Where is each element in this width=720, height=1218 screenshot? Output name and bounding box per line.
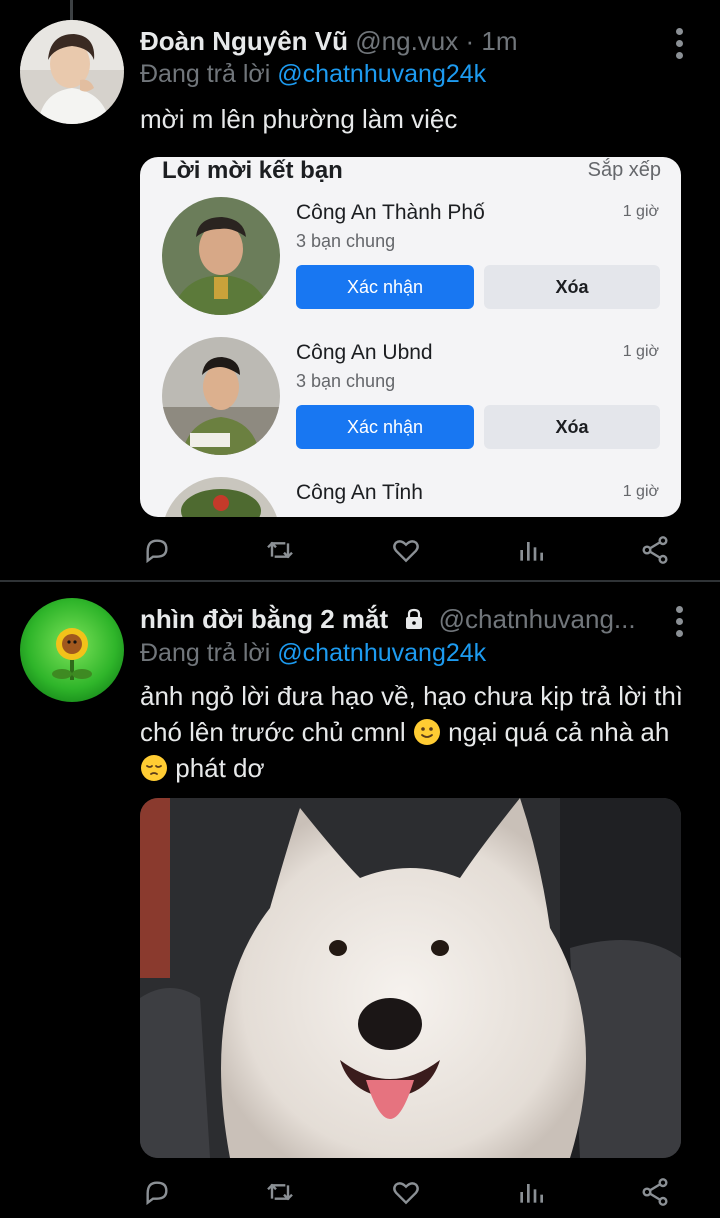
profile-photo [162, 477, 280, 517]
like-icon[interactable] [386, 530, 426, 570]
tweet-text: ảnh ngỏ lời đưa hạo về, hạo chưa kịp trả… [140, 678, 700, 786]
delete-button: Xóa [484, 405, 660, 449]
reply-icon[interactable] [137, 530, 177, 570]
tweet-image[interactable]: Lời mời kết bạn Sắp xếp Công An Thành Ph… [140, 157, 681, 517]
request-time: 1 giờ [622, 483, 659, 500]
tweet[interactable]: Đoàn Nguyên Vũ @ng.vux · 1m Đang trả lời… [0, 0, 720, 582]
friend-request-item: Công An Tỉnh 1 giờ [140, 477, 681, 517]
tweet[interactable]: nhìn đời bằng 2 mắt @chatnhuvang... Đang… [0, 584, 720, 1218]
tweet-text-part: ngại quá cả nhà ah [448, 717, 670, 747]
author-handle[interactable]: @ng.vux [355, 26, 458, 56]
share-icon[interactable] [635, 1172, 675, 1212]
delete-button: Xóa [484, 265, 660, 309]
tweet-text: mời m lên phường làm việc [140, 104, 458, 134]
mention-link[interactable]: @chatnhuvang24k [277, 60, 486, 88]
friend-request-item: Công An Thành Phố 3 bạn chung 1 giờ Xác … [140, 197, 681, 337]
profile-photo [162, 337, 280, 455]
retweet-icon[interactable] [260, 1172, 300, 1212]
author-name[interactable]: Đoàn Nguyên Vũ [140, 26, 348, 56]
like-icon[interactable] [386, 1172, 426, 1212]
more-options-icon[interactable] [664, 602, 694, 642]
reply-icon[interactable] [137, 1172, 177, 1212]
mention-link[interactable]: @chatnhuvang24k [277, 639, 486, 667]
mutual-friends: 3 bạn chung [296, 231, 396, 251]
timestamp[interactable]: 1m [481, 26, 517, 56]
tweet-actions [0, 1172, 720, 1212]
separator: · [465, 26, 475, 56]
request-time: 1 giờ [622, 343, 659, 360]
confirm-button: Xác nhận [296, 405, 474, 449]
analytics-icon[interactable] [511, 1172, 551, 1212]
tweet-divider [0, 580, 720, 582]
fb-sort-label: Sắp xếp [587, 159, 661, 181]
tweet-header: nhìn đời bằng 2 mắt @chatnhuvang... [140, 604, 636, 638]
confirm-button: Xác nhận [296, 265, 474, 309]
profile-photo [162, 197, 280, 315]
tweet-image[interactable] [140, 798, 681, 1158]
avatar[interactable] [20, 598, 124, 702]
replying-to: Đang trả lời @chatnhuvang24k [140, 639, 486, 668]
more-options-icon[interactable] [664, 24, 694, 64]
pensive-face-icon [140, 754, 168, 782]
fb-requests-title: Lời mời kết bạn [162, 157, 343, 184]
friend-request-item: Công An Ubnd 3 bạn chung 1 giờ Xác nhận … [140, 337, 681, 477]
mutual-friends: 3 bạn chung [296, 371, 396, 391]
replying-to-label: Đang trả lời [140, 639, 271, 667]
request-name: Công An Thành Phố [296, 201, 485, 224]
lock-icon [401, 607, 427, 638]
analytics-icon[interactable] [511, 530, 551, 570]
request-name: Công An Ubnd [296, 341, 433, 364]
avatar[interactable] [20, 20, 124, 124]
retweet-icon[interactable] [260, 530, 300, 570]
author-handle[interactable]: @chatnhuvang... [439, 604, 636, 634]
tweet-text-part: phát dơ [175, 753, 265, 783]
author-name[interactable]: nhìn đời bằng 2 mắt [140, 604, 388, 634]
tweet-header: Đoàn Nguyên Vũ @ng.vux · 1m [140, 26, 518, 57]
slightly-smiling-face-icon [413, 718, 441, 746]
tweet-actions [0, 530, 720, 570]
replying-to: Đang trả lời @chatnhuvang24k [140, 60, 486, 89]
request-name: Công An Tỉnh [296, 481, 423, 504]
replying-to-label: Đang trả lời [140, 60, 271, 88]
request-time: 1 giờ [622, 203, 659, 220]
share-icon[interactable] [635, 530, 675, 570]
